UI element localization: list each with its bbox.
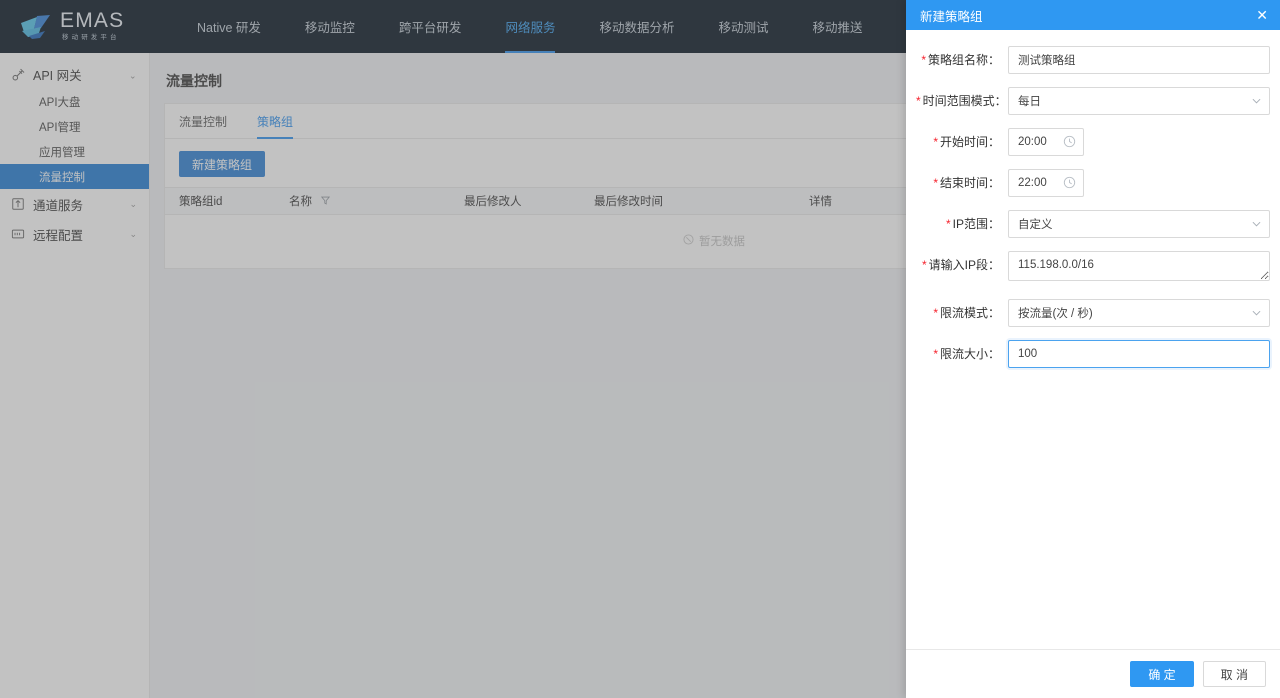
label-text: IP范围：: [952, 217, 1000, 231]
field-row-ip-range: * IP范围：: [916, 210, 1270, 238]
required-marker: *: [933, 135, 938, 149]
required-marker: *: [933, 306, 938, 320]
start-time-picker[interactable]: 20:00: [1008, 128, 1084, 156]
dialog-title: 新建策略组: [920, 9, 983, 24]
required-marker: *: [916, 94, 921, 108]
limit-mode-label: * 限流模式：: [916, 299, 1008, 327]
time-range-mode-control: [1008, 87, 1270, 115]
field-row-ip-segment: * 请输入IP段： 115.198.0.0/16: [916, 251, 1270, 286]
start-time-value: 20:00: [1018, 136, 1047, 148]
required-marker: *: [933, 347, 938, 361]
label-text: 时间范围模式：: [922, 94, 1007, 108]
ip-range-select[interactable]: [1008, 210, 1270, 238]
end-time-control: 22:00: [1008, 169, 1270, 197]
end-time-picker[interactable]: 22:00: [1008, 169, 1084, 197]
required-marker: *: [921, 258, 927, 272]
group-name-control: [1008, 46, 1270, 74]
group-name-label: * 策略组名称：: [916, 46, 1008, 74]
cancel-button[interactable]: 取 消: [1202, 661, 1266, 687]
limit-mode-select[interactable]: [1008, 299, 1270, 327]
field-row-limit-mode: * 限流模式：: [916, 299, 1270, 327]
ip-segment-textarea[interactable]: 115.198.0.0/16: [1008, 251, 1270, 281]
label-text: 限流大小：: [939, 347, 1000, 361]
ip-segment-control: 115.198.0.0/16: [1008, 251, 1270, 286]
label-text: 策略组名称：: [927, 53, 1000, 67]
label-text: 限流模式：: [939, 306, 1000, 320]
group-name-input[interactable]: [1008, 46, 1270, 74]
dialog-header: 新建策略组 ✕: [906, 0, 1280, 30]
label-text: 开始时间：: [939, 135, 1000, 149]
required-marker: *: [933, 176, 938, 190]
end-time-label: * 结束时间：: [916, 169, 1008, 197]
time-range-mode-label: * 时间范围模式：: [916, 87, 1008, 115]
time-range-mode-select[interactable]: [1008, 87, 1270, 115]
end-time-value: 22:00: [1018, 177, 1047, 189]
field-row-time-range-mode: * 时间范围模式：: [916, 87, 1270, 115]
limit-size-input[interactable]: [1008, 340, 1270, 368]
start-time-control: 20:00: [1008, 128, 1270, 156]
dialog-body: *策略组名称： *时间范围模式： *开始时: [906, 30, 1280, 649]
ip-segment-label: * 请输入IP段：: [916, 251, 1008, 279]
limit-mode-control: [1008, 299, 1270, 327]
ip-range-control: [1008, 210, 1270, 238]
clock-icon: [1063, 176, 1076, 192]
field-row-start-time: * 开始时间： 20:00: [916, 128, 1270, 156]
limit-size-control: [1008, 340, 1270, 368]
clock-icon: [1063, 135, 1076, 151]
label-text: 请输入IP段：: [928, 258, 1000, 272]
app-root: EMAS 移动研发平台 Native 研发 移动监控 跨平台研发 网络服务 移动…: [0, 0, 1280, 698]
ip-range-label: * IP范围：: [916, 210, 1008, 238]
confirm-button[interactable]: 确 定: [1130, 661, 1194, 687]
required-marker: *: [945, 217, 951, 231]
start-time-label: * 开始时间：: [916, 128, 1008, 156]
dialog-footer: 确 定 取 消: [906, 649, 1280, 698]
field-row-limit-size: * 限流大小：: [916, 340, 1270, 368]
create-policy-group-dialog: 新建策略组 ✕ *策略组名称： *时间范围模式：: [906, 0, 1280, 698]
close-icon[interactable]: ✕: [1256, 8, 1268, 22]
required-marker: *: [921, 53, 926, 67]
limit-size-label: * 限流大小：: [916, 340, 1008, 368]
label-text: 结束时间：: [939, 176, 1000, 190]
field-row-end-time: * 结束时间： 22:00: [916, 169, 1270, 197]
field-row-group-name: * 策略组名称：: [916, 46, 1270, 74]
